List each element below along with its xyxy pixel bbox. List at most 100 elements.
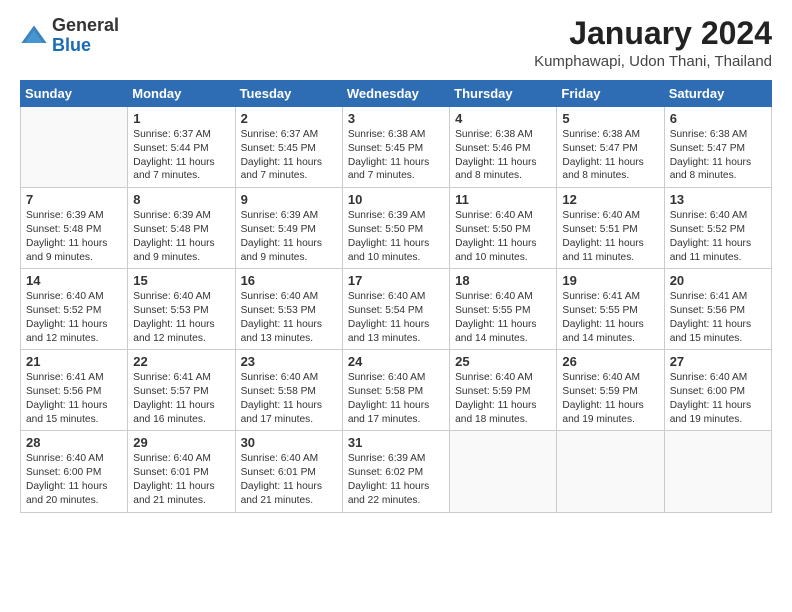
day-info: Sunrise: 6:40 AMSunset: 5:59 PMDaylight:… [562, 371, 658, 426]
day-info: Sunrise: 6:40 AMSunset: 5:50 PMDaylight:… [455, 209, 551, 264]
calendar-cell: 6 Sunrise: 6:38 AMSunset: 5:47 PMDaylight… [664, 107, 771, 188]
logo-general: General [52, 15, 119, 35]
page: General Blue January 2024 Kumphawapi, Ud… [0, 0, 792, 523]
day-number: 26 [562, 354, 658, 369]
day-info: Sunrise: 6:40 AMSunset: 5:58 PMDaylight:… [241, 371, 337, 426]
calendar-header: Sunday Monday Tuesday Wednesday Thursday… [21, 81, 772, 107]
day-number: 6 [670, 111, 766, 126]
col-thursday: Thursday [450, 81, 557, 107]
calendar-cell: 11Sunrise: 6:40 AMSunset: 5:50 PMDayligh… [450, 188, 557, 269]
logo-icon [20, 22, 48, 50]
calendar-week-4: 21Sunrise: 6:41 AMSunset: 5:56 PMDayligh… [21, 350, 772, 431]
day-info: Sunrise: 6:41 AMSunset: 5:57 PMDaylight:… [133, 371, 229, 426]
calendar-cell: 1 Sunrise: 6:37 AMSunset: 5:44 PMDaylight… [128, 107, 235, 188]
day-info: Sunrise: 6:40 AMSunset: 5:58 PMDaylight:… [348, 371, 444, 426]
day-info: Sunrise: 6:40 AMSunset: 5:51 PMDaylight:… [562, 209, 658, 264]
day-number: 13 [670, 192, 766, 207]
day-number: 28 [26, 435, 122, 450]
calendar-cell: 14 Sunrise: 6:40 AMSunset: 5:52 PMDayligh… [21, 269, 128, 350]
calendar-cell: 21Sunrise: 6:41 AMSunset: 5:56 PMDayligh… [21, 350, 128, 431]
col-friday: Friday [557, 81, 664, 107]
calendar-cell [21, 107, 128, 188]
day-number: 9 [241, 192, 337, 207]
calendar-week-3: 14 Sunrise: 6:40 AMSunset: 5:52 PMDayligh… [21, 269, 772, 350]
day-info: Sunrise: 6:39 AMSunset: 6:02 PMDaylight:… [348, 452, 444, 507]
calendar-cell: 22 Sunrise: 6:41 AMSunset: 5:57 PMDayligh… [128, 350, 235, 431]
day-number: 22 [133, 354, 229, 369]
header: General Blue January 2024 Kumphawapi, Ud… [20, 16, 772, 70]
day-info: Sunrise: 6:37 AMSunset: 5:45 PMDaylight:… [241, 128, 337, 183]
day-number: 14 [26, 273, 122, 288]
calendar-cell: 24Sunrise: 6:40 AMSunset: 5:58 PMDayligh… [342, 350, 449, 431]
calendar-cell: 20 Sunrise: 6:41 AMSunset: 5:56 PMDayligh… [664, 269, 771, 350]
calendar-cell: 3 Sunrise: 6:38 AMSunset: 5:45 PMDaylight… [342, 107, 449, 188]
calendar-cell: 28 Sunrise: 6:40 AMSunset: 6:00 PMDayligh… [21, 431, 128, 512]
calendar-week-5: 28 Sunrise: 6:40 AMSunset: 6:00 PMDayligh… [21, 431, 772, 512]
col-monday: Monday [128, 81, 235, 107]
day-number: 5 [562, 111, 658, 126]
calendar-cell [664, 431, 771, 512]
calendar-cell [450, 431, 557, 512]
col-sunday: Sunday [21, 81, 128, 107]
day-info: Sunrise: 6:40 AMSunset: 5:53 PMDaylight:… [241, 290, 337, 345]
day-number: 31 [348, 435, 444, 450]
day-number: 25 [455, 354, 551, 369]
day-number: 18 [455, 273, 551, 288]
day-info: Sunrise: 6:38 AMSunset: 5:46 PMDaylight:… [455, 128, 551, 183]
calendar-cell: 19Sunrise: 6:41 AMSunset: 5:55 PMDayligh… [557, 269, 664, 350]
calendar-cell [557, 431, 664, 512]
day-number: 3 [348, 111, 444, 126]
day-info: Sunrise: 6:41 AMSunset: 5:56 PMDaylight:… [670, 290, 766, 345]
day-number: 8 [133, 192, 229, 207]
day-info: Sunrise: 6:40 AMSunset: 6:00 PMDaylight:… [670, 371, 766, 426]
day-info: Sunrise: 6:38 AMSunset: 5:45 PMDaylight:… [348, 128, 444, 183]
subtitle: Kumphawapi, Udon Thani, Thailand [534, 53, 772, 70]
day-info: Sunrise: 6:40 AMSunset: 5:52 PMDaylight:… [26, 290, 122, 345]
calendar-cell: 7 Sunrise: 6:39 AMSunset: 5:48 PMDaylight… [21, 188, 128, 269]
day-info: Sunrise: 6:41 AMSunset: 5:55 PMDaylight:… [562, 290, 658, 345]
calendar-cell: 5 Sunrise: 6:38 AMSunset: 5:47 PMDaylight… [557, 107, 664, 188]
calendar-cell: 31 Sunrise: 6:39 AMSunset: 6:02 PMDayligh… [342, 431, 449, 512]
calendar-cell: 17Sunrise: 6:40 AMSunset: 5:54 PMDayligh… [342, 269, 449, 350]
col-wednesday: Wednesday [342, 81, 449, 107]
calendar-cell: 29Sunrise: 6:40 AMSunset: 6:01 PMDayligh… [128, 431, 235, 512]
day-info: Sunrise: 6:39 AMSunset: 5:50 PMDaylight:… [348, 209, 444, 264]
calendar-cell: 27Sunrise: 6:40 AMSunset: 6:00 PMDayligh… [664, 350, 771, 431]
day-number: 7 [26, 192, 122, 207]
calendar-cell: 8Sunrise: 6:39 AMSunset: 5:48 PMDaylight… [128, 188, 235, 269]
calendar-cell: 30 Sunrise: 6:40 AMSunset: 6:01 PMDayligh… [235, 431, 342, 512]
calendar-cell: 15 Sunrise: 6:40 AMSunset: 5:53 PMDayligh… [128, 269, 235, 350]
calendar-week-2: 7 Sunrise: 6:39 AMSunset: 5:48 PMDaylight… [21, 188, 772, 269]
calendar-cell: 16 Sunrise: 6:40 AMSunset: 5:53 PMDayligh… [235, 269, 342, 350]
calendar-cell: 23Sunrise: 6:40 AMSunset: 5:58 PMDayligh… [235, 350, 342, 431]
day-number: 20 [670, 273, 766, 288]
day-info: Sunrise: 6:37 AMSunset: 5:44 PMDaylight:… [133, 128, 229, 183]
day-info: Sunrise: 6:40 AMSunset: 6:01 PMDaylight:… [241, 452, 337, 507]
day-info: Sunrise: 6:40 AMSunset: 5:53 PMDaylight:… [133, 290, 229, 345]
calendar-table: Sunday Monday Tuesday Wednesday Thursday… [20, 80, 772, 512]
day-info: Sunrise: 6:38 AMSunset: 5:47 PMDaylight:… [562, 128, 658, 183]
day-info: Sunrise: 6:38 AMSunset: 5:47 PMDaylight:… [670, 128, 766, 183]
day-info: Sunrise: 6:40 AMSunset: 5:59 PMDaylight:… [455, 371, 551, 426]
col-saturday: Saturday [664, 81, 771, 107]
day-number: 15 [133, 273, 229, 288]
logo-blue: Blue [52, 35, 91, 55]
day-number: 1 [133, 111, 229, 126]
calendar-cell: 9 Sunrise: 6:39 AMSunset: 5:49 PMDaylight… [235, 188, 342, 269]
day-number: 30 [241, 435, 337, 450]
day-number: 16 [241, 273, 337, 288]
day-number: 29 [133, 435, 229, 450]
main-title: January 2024 [534, 16, 772, 51]
day-info: Sunrise: 6:39 AMSunset: 5:48 PMDaylight:… [26, 209, 122, 264]
calendar-cell: 18 Sunrise: 6:40 AMSunset: 5:55 PMDayligh… [450, 269, 557, 350]
logo-text: General Blue [52, 16, 119, 56]
day-info: Sunrise: 6:40 AMSunset: 5:55 PMDaylight:… [455, 290, 551, 345]
title-block: January 2024 Kumphawapi, Udon Thani, Tha… [534, 16, 772, 70]
day-info: Sunrise: 6:39 AMSunset: 5:49 PMDaylight:… [241, 209, 337, 264]
calendar-week-1: 1 Sunrise: 6:37 AMSunset: 5:44 PMDaylight… [21, 107, 772, 188]
day-number: 12 [562, 192, 658, 207]
day-info: Sunrise: 6:40 AMSunset: 6:00 PMDaylight:… [26, 452, 122, 507]
col-tuesday: Tuesday [235, 81, 342, 107]
calendar-cell: 4 Sunrise: 6:38 AMSunset: 5:46 PMDaylight… [450, 107, 557, 188]
day-number: 4 [455, 111, 551, 126]
